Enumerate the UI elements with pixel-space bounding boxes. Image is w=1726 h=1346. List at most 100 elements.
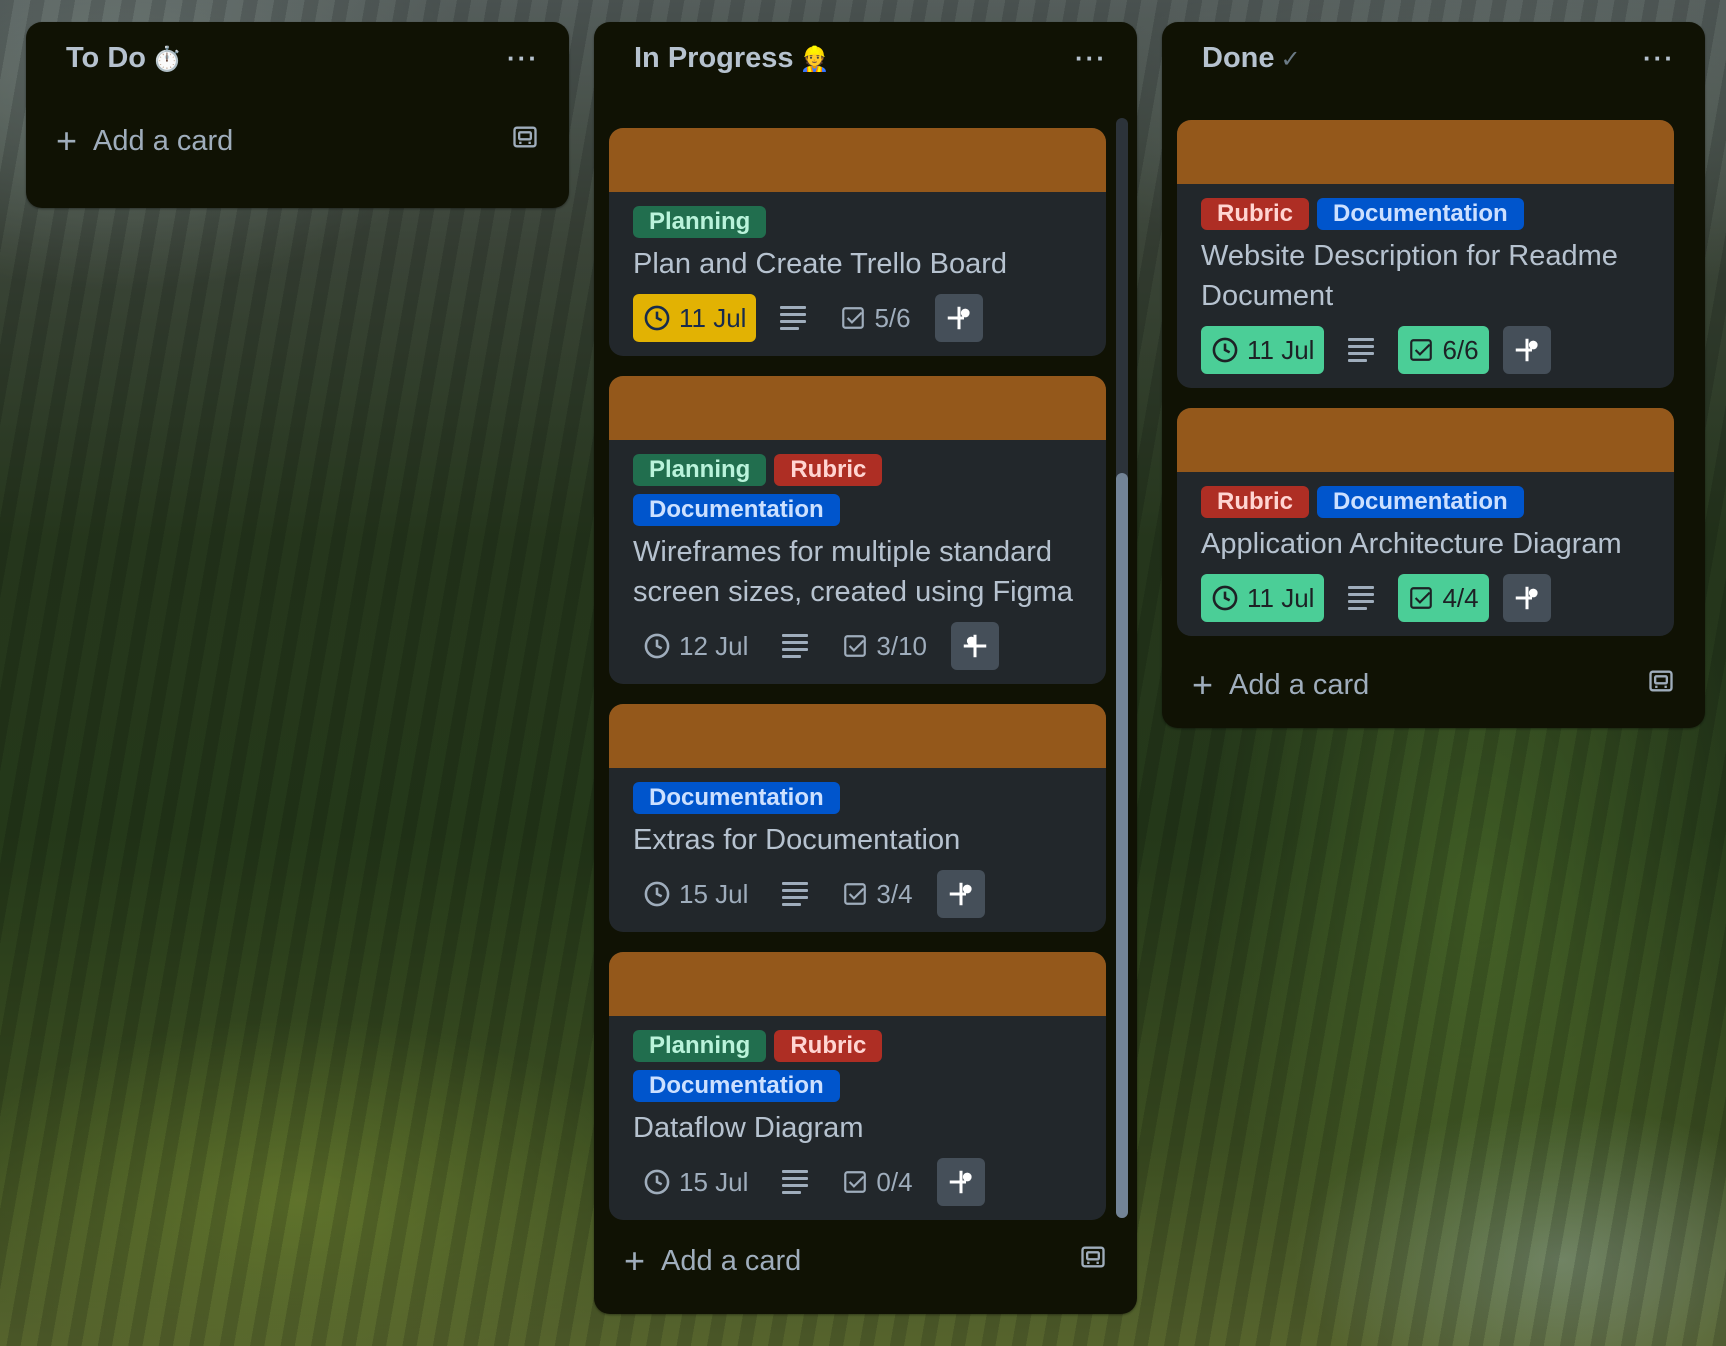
list-menu-button[interactable]: ··· <box>1075 43 1107 74</box>
label-documentation[interactable]: Documentation <box>633 1070 840 1102</box>
card[interactable]: Planning Plan and Create Trello Board 11… <box>609 128 1106 356</box>
clock-icon <box>1212 337 1238 363</box>
card-title: Plan and Create Trello Board <box>633 248 1007 280</box>
clock-icon <box>644 881 670 907</box>
label-documentation[interactable]: Documentation <box>1317 198 1524 230</box>
list-title[interactable]: In Progress 👷 <box>634 42 829 75</box>
add-member-icon <box>1515 586 1538 610</box>
list-header: In Progress 👷 ··· <box>594 22 1137 94</box>
card-cover <box>1177 408 1674 472</box>
due-date-badge[interactable]: 11 Jul <box>1201 574 1325 622</box>
due-date-badge[interactable]: 15 Jul <box>633 1158 758 1206</box>
card-labels: Rubric Documentation <box>1201 486 1650 518</box>
label-rubric[interactable]: Rubric <box>1201 486 1310 518</box>
label-planning[interactable]: Planning <box>633 206 767 238</box>
plus-icon: + <box>1192 664 1214 705</box>
checklist-count: 4/4 <box>1442 582 1479 613</box>
list-title[interactable]: Done ✓ <box>1202 42 1301 75</box>
checklist-badge: 0/4 <box>832 1158 922 1206</box>
list-title-text: To Do <box>66 41 146 74</box>
add-member-button[interactable] <box>1502 326 1551 374</box>
card-labels: Planning Rubric Documentation <box>633 1030 1082 1102</box>
card[interactable]: Rubric Documentation Application Archite… <box>1177 408 1674 636</box>
plus-icon: + <box>624 1240 646 1281</box>
add-member-icon <box>963 634 987 658</box>
add-card-label: Add a card <box>661 1244 802 1277</box>
check-emoji: ✓ <box>1280 45 1301 73</box>
list-scrollbar[interactable] <box>1116 118 1128 1218</box>
checklist-icon <box>844 1171 867 1193</box>
list-header: To Do ⏱️ ··· <box>26 22 569 94</box>
plus-icon: + <box>56 120 78 161</box>
list-menu-button[interactable]: ··· <box>507 43 539 74</box>
list-title[interactable]: To Do ⏱️ <box>66 42 182 75</box>
list-title-text: In Progress <box>634 41 794 74</box>
add-card-label: Add a card <box>93 124 234 157</box>
card[interactable]: Documentation Extras for Documentation 1… <box>609 704 1106 932</box>
label-rubric[interactable]: Rubric <box>774 454 883 486</box>
card-labels: Planning Rubric Documentation <box>633 454 1082 526</box>
card-template-icon[interactable] <box>511 123 539 159</box>
add-member-button[interactable] <box>951 622 999 670</box>
description-badge <box>772 622 818 670</box>
card-cover <box>609 704 1106 768</box>
add-card-row: + Add a card <box>594 1228 1137 1294</box>
due-date-badge[interactable]: 15 Jul <box>633 870 758 918</box>
label-documentation[interactable]: Documentation <box>1317 486 1524 518</box>
card-template-icon[interactable] <box>1079 1243 1107 1279</box>
stopwatch-emoji: ⏱️ <box>152 45 182 73</box>
label-planning[interactable]: Planning <box>633 454 767 486</box>
due-date-badge[interactable]: 11 Jul <box>1201 326 1325 374</box>
add-member-icon <box>949 882 972 906</box>
label-planning[interactable]: Planning <box>633 1030 767 1062</box>
add-member-icon <box>949 1170 972 1194</box>
checklist-count: 3/4 <box>876 878 913 909</box>
add-card-row: + Add a card <box>1162 652 1705 718</box>
card-template-icon[interactable] <box>1647 667 1675 703</box>
card[interactable]: Planning Rubric Documentation Wireframes… <box>609 376 1106 684</box>
due-date-badge[interactable]: 11 Jul <box>633 294 757 342</box>
card-labels: Documentation <box>633 782 1082 814</box>
card[interactable]: Rubric Documentation Website Description… <box>1177 120 1674 388</box>
card-cover <box>609 376 1106 440</box>
add-card-button[interactable]: + Add a card <box>56 123 233 159</box>
card-badges: 15 Jul 3/4 <box>633 870 1082 918</box>
scrollbar-thumb[interactable] <box>1116 473 1128 1218</box>
due-date-text: 12 Jul <box>679 630 749 661</box>
label-rubric[interactable]: Rubric <box>1201 198 1310 230</box>
worker-emoji: 👷 <box>799 45 830 73</box>
add-member-button[interactable] <box>1502 574 1551 622</box>
label-documentation[interactable]: Documentation <box>633 494 840 526</box>
add-member-button[interactable] <box>936 1158 985 1206</box>
description-icon <box>780 302 807 334</box>
add-member-icon <box>947 306 970 330</box>
card-badges: 11 Jul 4/4 <box>1201 574 1650 622</box>
add-card-button[interactable]: + Add a card <box>1192 667 1369 703</box>
card-title: Application Architecture Diagram <box>1201 528 1622 560</box>
add-card-label: Add a card <box>1229 668 1370 701</box>
add-member-button[interactable] <box>934 294 983 342</box>
add-member-button[interactable] <box>936 870 985 918</box>
checklist-badge: 4/4 <box>1398 574 1489 622</box>
label-rubric[interactable]: Rubric <box>774 1030 883 1062</box>
description-icon <box>782 878 809 910</box>
description-icon <box>1348 582 1375 614</box>
description-badge <box>770 294 816 342</box>
card-cover <box>609 952 1106 1016</box>
description-icon <box>782 1166 809 1198</box>
due-date-badge[interactable]: 12 Jul <box>633 622 758 670</box>
card[interactable]: Planning Rubric Documentation Dataflow D… <box>609 952 1106 1220</box>
list-in-progress: In Progress 👷 ··· Planning Plan and Creat… <box>594 22 1137 1314</box>
checklist-icon <box>844 883 867 905</box>
add-card-button[interactable]: + Add a card <box>624 1243 801 1279</box>
card-cover <box>1177 120 1674 184</box>
card-labels: Planning <box>633 206 1082 238</box>
description-badge <box>1338 574 1384 622</box>
description-badge <box>1338 326 1384 374</box>
list-todo: To Do ⏱️ ··· + Add a card <box>26 22 569 208</box>
label-documentation[interactable]: Documentation <box>633 782 840 814</box>
card-title: Extras for Documentation <box>633 824 961 856</box>
due-date-text: 11 Jul <box>1247 334 1315 365</box>
checklist-icon <box>1410 339 1433 361</box>
list-menu-button[interactable]: ··· <box>1643 43 1675 74</box>
